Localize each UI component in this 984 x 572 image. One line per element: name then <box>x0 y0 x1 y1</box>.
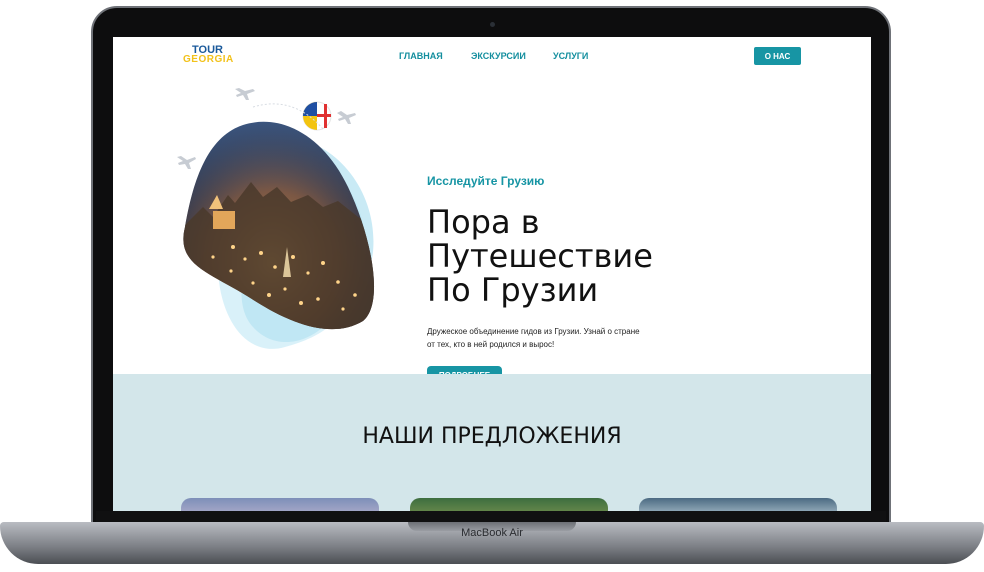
hero-title-line: Пора в <box>427 203 540 241</box>
airplane-icon <box>337 111 356 124</box>
nav-link-services[interactable]: УСЛУГИ <box>553 51 588 61</box>
hero-description: Дружеское объединение гидов из Грузии. У… <box>427 327 640 349</box>
site-header: TOUR GEORGIA ГЛАВНАЯ ЭКСКУРСИИ УСЛУГИ О … <box>113 37 871 77</box>
airplane-icon <box>235 88 255 100</box>
hero-illustration <box>177 88 375 349</box>
logo-bottom-text: GEORGIA <box>183 54 234 65</box>
city-photo <box>183 121 375 330</box>
hero-subtitle: Исследуйте Грузию <box>427 174 545 188</box>
hero-title-line: Путешествие <box>427 237 653 275</box>
hero-section: Исследуйте Грузию Пора в Путешествие По … <box>113 77 871 384</box>
about-button[interactable]: О НАС <box>754 47 801 65</box>
website-screen: TOUR GEORGIA ГЛАВНАЯ ЭКСКУРСИИ УСЛУГИ О … <box>113 37 871 511</box>
flag-icon <box>302 101 332 131</box>
airplane-icon <box>177 156 196 169</box>
offer-card[interactable] <box>639 498 837 511</box>
offers-section: НАШИ ПРЕДЛОЖЕНИЯ <box>113 374 871 511</box>
model-label: MacBook Air <box>461 527 523 539</box>
camera-icon <box>490 22 495 27</box>
hero-title-line: По Грузии <box>427 271 599 309</box>
nav-link-home[interactable]: ГЛАВНАЯ <box>399 51 443 61</box>
offer-card[interactable] <box>181 498 379 511</box>
logo[interactable]: TOUR GEORGIA <box>183 45 234 65</box>
offer-card[interactable] <box>410 498 608 511</box>
offers-title: НАШИ ПРЕДЛОЖЕНИЯ <box>362 424 622 449</box>
nav-link-tours[interactable]: ЭКСКУРСИИ <box>471 51 526 61</box>
hero-title: Пора в Путешествие По Грузии <box>427 205 727 307</box>
